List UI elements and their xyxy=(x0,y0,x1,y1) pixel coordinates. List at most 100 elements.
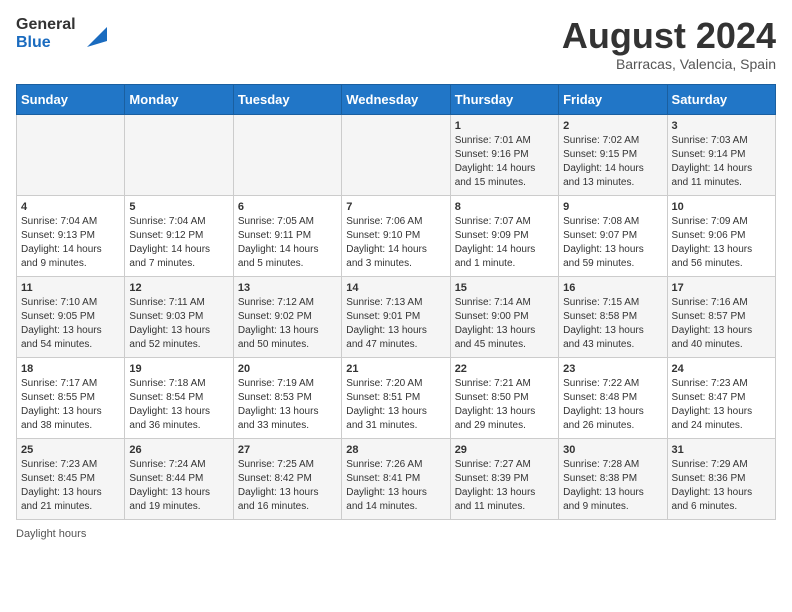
day-cell: 25Sunrise: 7:23 AM Sunset: 8:45 PM Dayli… xyxy=(17,438,125,519)
day-number: 7 xyxy=(346,201,445,213)
header-tuesday: Tuesday xyxy=(233,84,341,114)
day-info: Sunrise: 7:24 AM Sunset: 8:44 PM Dayligh… xyxy=(129,458,228,514)
day-info: Sunrise: 7:20 AM Sunset: 8:51 PM Dayligh… xyxy=(346,377,445,433)
week-row-5: 25Sunrise: 7:23 AM Sunset: 8:45 PM Dayli… xyxy=(17,438,776,519)
day-cell: 7 Sunrise: 7:06 AM Sunset: 9:10 PM Daylig… xyxy=(342,195,450,276)
day-number: 28 xyxy=(346,444,445,456)
day-info: Sunrise: 7:25 AM Sunset: 8:42 PM Dayligh… xyxy=(238,458,337,514)
day-info: Sunrise: 7:09 AM Sunset: 9:06 PM Dayligh… xyxy=(672,215,771,271)
day-number: 1 xyxy=(455,120,554,132)
day-info: Sunrise: 7:19 AM Sunset: 8:53 PM Dayligh… xyxy=(238,377,337,433)
day-number: 29 xyxy=(455,444,554,456)
day-cell: 17Sunrise: 7:16 AM Sunset: 8:57 PM Dayli… xyxy=(667,276,775,357)
footer-note: Daylight hours xyxy=(16,528,776,540)
day-number: 23 xyxy=(563,363,662,375)
day-number: 22 xyxy=(455,363,554,375)
day-cell: 1Sunrise: 7:01 AM Sunset: 9:16 PM Daylig… xyxy=(450,114,558,195)
day-info: Sunrise: 7:29 AM Sunset: 8:36 PM Dayligh… xyxy=(672,458,771,514)
day-info: Sunrise: 7:11 AM Sunset: 9:03 PM Dayligh… xyxy=(129,296,228,352)
day-cell xyxy=(125,114,233,195)
day-number: 5 xyxy=(129,201,228,213)
day-cell xyxy=(233,114,341,195)
day-cell: 15 Sunrise: 7:14 AM Sunset: 9:00 PM Dayli… xyxy=(450,276,558,357)
week-row-3: 11 Sunrise: 7:10 AM Sunset: 9:05 PM Dayli… xyxy=(17,276,776,357)
day-cell: 3Sunrise: 7:03 AM Sunset: 9:14 PM Daylig… xyxy=(667,114,775,195)
header-wednesday: Wednesday xyxy=(342,84,450,114)
day-info: Sunrise: 7:17 AM Sunset: 8:55 PM Dayligh… xyxy=(21,377,120,433)
day-info: Sunrise: 7:05 AM Sunset: 9:11 PM Dayligh… xyxy=(238,215,337,271)
day-info: Sunrise: 7:28 AM Sunset: 8:38 PM Dayligh… xyxy=(563,458,662,514)
day-number: 13 xyxy=(238,282,337,294)
day-number: 11 xyxy=(21,282,120,294)
day-number: 26 xyxy=(129,444,228,456)
day-info: Sunrise: 7:10 AM Sunset: 9:05 PM Dayligh… xyxy=(21,296,120,352)
day-cell: 23 Sunrise: 7:22 AM Sunset: 8:48 PM Dayli… xyxy=(559,357,667,438)
day-cell: 24Sunrise: 7:23 AM Sunset: 8:47 PM Dayli… xyxy=(667,357,775,438)
day-number: 3 xyxy=(672,120,771,132)
day-info: Sunrise: 7:08 AM Sunset: 9:07 PM Dayligh… xyxy=(563,215,662,271)
day-cell: 10 Sunrise: 7:09 AM Sunset: 9:06 PM Dayli… xyxy=(667,195,775,276)
day-cell xyxy=(342,114,450,195)
day-info: Sunrise: 7:23 AM Sunset: 8:47 PM Dayligh… xyxy=(672,377,771,433)
day-cell: 16Sunrise: 7:15 AM Sunset: 8:58 PM Dayli… xyxy=(559,276,667,357)
logo-blue: Blue xyxy=(16,34,76,52)
day-cell: 19Sunrise: 7:18 AM Sunset: 8:54 PM Dayli… xyxy=(125,357,233,438)
calendar-table: SundayMondayTuesdayWednesdayThursdayFrid… xyxy=(16,84,776,520)
day-cell: 4 Sunrise: 7:04 AM Sunset: 9:13 PM Daylig… xyxy=(17,195,125,276)
day-number: 10 xyxy=(672,201,771,213)
day-cell: 18 Sunrise: 7:17 AM Sunset: 8:55 PM Dayli… xyxy=(17,357,125,438)
day-info: Sunrise: 7:14 AM Sunset: 9:00 PM Dayligh… xyxy=(455,296,554,352)
day-number: 6 xyxy=(238,201,337,213)
day-info: Sunrise: 7:06 AM Sunset: 9:10 PM Dayligh… xyxy=(346,215,445,271)
day-info: Sunrise: 7:21 AM Sunset: 8:50 PM Dayligh… xyxy=(455,377,554,433)
day-number: 9 xyxy=(563,201,662,213)
day-cell: 13Sunrise: 7:12 AM Sunset: 9:02 PM Dayli… xyxy=(233,276,341,357)
day-number: 30 xyxy=(563,444,662,456)
day-info: Sunrise: 7:02 AM Sunset: 9:15 PM Dayligh… xyxy=(563,134,662,190)
day-number: 4 xyxy=(21,201,120,213)
day-number: 8 xyxy=(455,201,554,213)
day-info: Sunrise: 7:04 AM Sunset: 9:12 PM Dayligh… xyxy=(129,215,228,271)
day-info: Sunrise: 7:07 AM Sunset: 9:09 PM Dayligh… xyxy=(455,215,554,271)
day-info: Sunrise: 7:22 AM Sunset: 8:48 PM Dayligh… xyxy=(563,377,662,433)
header-sunday: Sunday xyxy=(17,84,125,114)
day-info: Sunrise: 7:04 AM Sunset: 9:13 PM Dayligh… xyxy=(21,215,120,271)
header-saturday: Saturday xyxy=(667,84,775,114)
title-section: August 2024 Barracas, Valencia, Spain xyxy=(562,16,776,72)
daylight-note: Daylight hours xyxy=(16,528,86,540)
week-row-1: 1Sunrise: 7:01 AM Sunset: 9:16 PM Daylig… xyxy=(17,114,776,195)
day-cell: 20Sunrise: 7:19 AM Sunset: 8:53 PM Dayli… xyxy=(233,357,341,438)
day-info: Sunrise: 7:23 AM Sunset: 8:45 PM Dayligh… xyxy=(21,458,120,514)
header-row: SundayMondayTuesdayWednesdayThursdayFrid… xyxy=(17,84,776,114)
header-thursday: Thursday xyxy=(450,84,558,114)
day-cell: 22 Sunrise: 7:21 AM Sunset: 8:50 PM Dayli… xyxy=(450,357,558,438)
day-cell: 27Sunrise: 7:25 AM Sunset: 8:42 PM Dayli… xyxy=(233,438,341,519)
day-cell: 28Sunrise: 7:26 AM Sunset: 8:41 PM Dayli… xyxy=(342,438,450,519)
day-cell: 6 Sunrise: 7:05 AM Sunset: 9:11 PM Daylig… xyxy=(233,195,341,276)
day-info: Sunrise: 7:13 AM Sunset: 9:01 PM Dayligh… xyxy=(346,296,445,352)
day-cell: 2 Sunrise: 7:02 AM Sunset: 9:15 PM Daylig… xyxy=(559,114,667,195)
day-number: 12 xyxy=(129,282,228,294)
day-info: Sunrise: 7:15 AM Sunset: 8:58 PM Dayligh… xyxy=(563,296,662,352)
day-cell: 29 Sunrise: 7:27 AM Sunset: 8:39 PM Dayli… xyxy=(450,438,558,519)
day-number: 14 xyxy=(346,282,445,294)
day-cell: 11 Sunrise: 7:10 AM Sunset: 9:05 PM Dayli… xyxy=(17,276,125,357)
header-monday: Monday xyxy=(125,84,233,114)
day-number: 17 xyxy=(672,282,771,294)
day-number: 15 xyxy=(455,282,554,294)
day-cell: 31 Sunrise: 7:29 AM Sunset: 8:36 PM Dayli… xyxy=(667,438,775,519)
main-title: August 2024 xyxy=(562,16,776,56)
day-info: Sunrise: 7:27 AM Sunset: 8:39 PM Dayligh… xyxy=(455,458,554,514)
day-cell: 5 Sunrise: 7:04 AM Sunset: 9:12 PM Daylig… xyxy=(125,195,233,276)
week-row-4: 18 Sunrise: 7:17 AM Sunset: 8:55 PM Dayli… xyxy=(17,357,776,438)
day-cell: 8 Sunrise: 7:07 AM Sunset: 9:09 PM Daylig… xyxy=(450,195,558,276)
day-cell: 12 Sunrise: 7:11 AM Sunset: 9:03 PM Dayli… xyxy=(125,276,233,357)
calendar-header: SundayMondayTuesdayWednesdayThursdayFrid… xyxy=(17,84,776,114)
logo: General Blue xyxy=(16,16,109,51)
subtitle: Barracas, Valencia, Spain xyxy=(562,56,776,72)
day-number: 2 xyxy=(563,120,662,132)
header: General Blue August 2024 Barracas, Valen… xyxy=(16,16,776,72)
day-number: 31 xyxy=(672,444,771,456)
day-cell: 9 Sunrise: 7:08 AM Sunset: 9:07 PM Daylig… xyxy=(559,195,667,276)
day-number: 18 xyxy=(21,363,120,375)
